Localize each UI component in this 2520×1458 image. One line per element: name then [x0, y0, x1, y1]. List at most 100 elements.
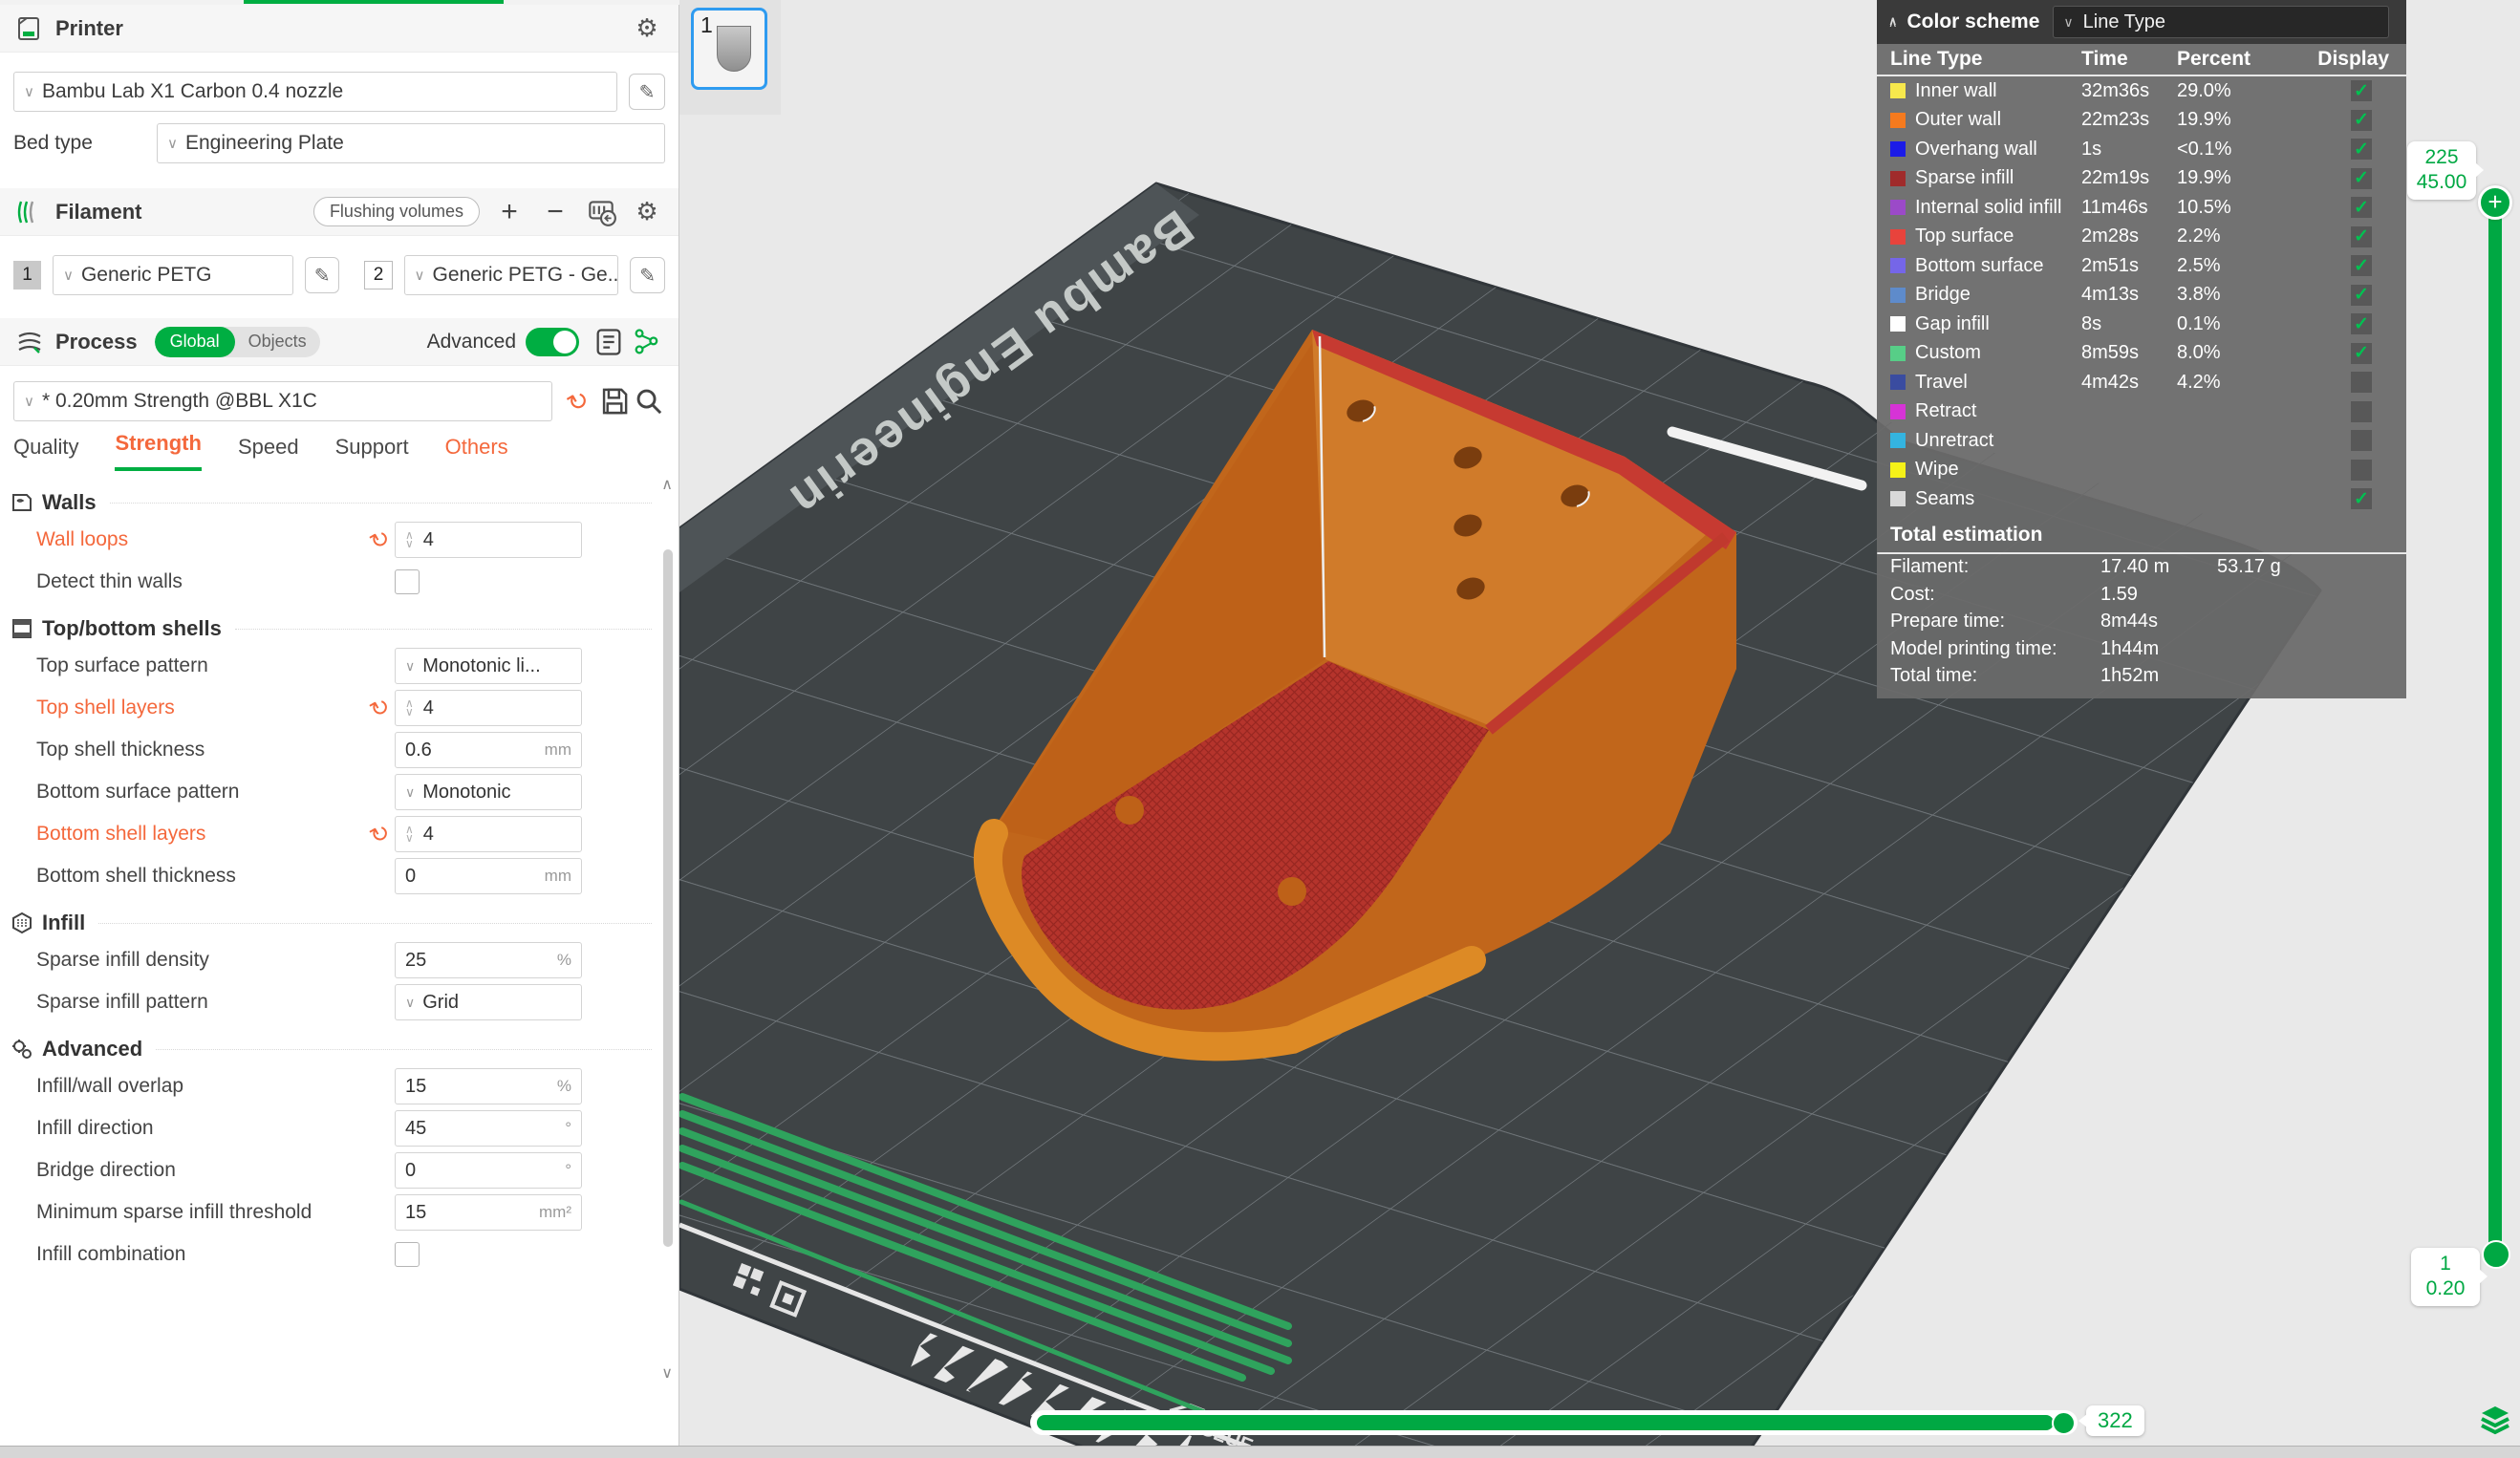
- viewport-3d[interactable]: Bambu Engineerin GLUE: [679, 0, 2520, 1458]
- filament-slot1-name: Generic PETG: [81, 264, 212, 287]
- tab-speed[interactable]: Speed: [238, 435, 299, 471]
- progress-slider-track[interactable]: [1030, 1410, 2078, 1435]
- spinner-arrows-icon[interactable]: ∧∨: [405, 531, 414, 548]
- layer-slider-bottom-handle[interactable]: [2482, 1240, 2510, 1269]
- remove-filament-button[interactable]: −: [539, 196, 571, 228]
- progress-slider-handle[interactable]: [2052, 1411, 2076, 1435]
- settings-scroll-area[interactable]: ∧ Walls Wall loops ↻ ∧∨ 4 Detect thin wa…: [0, 471, 678, 1388]
- ams-sync-icon[interactable]: [585, 196, 617, 228]
- bottom-shell-layers-value: 4: [423, 824, 434, 846]
- top-surface-pattern-select[interactable]: ∨ Monotonic li...: [395, 648, 582, 684]
- add-filament-button[interactable]: +: [493, 196, 526, 228]
- process-tree-icon[interactable]: [631, 326, 663, 358]
- top-surface-pattern-label: Top surface pattern: [36, 654, 366, 677]
- layer-slider-top-handle[interactable]: +: [2478, 185, 2512, 220]
- display-checkbox[interactable]: ✓: [2351, 168, 2372, 189]
- layer-top-height: 45.00: [2409, 170, 2474, 195]
- tab-strength[interactable]: Strength: [115, 431, 201, 471]
- filament-slot1-edit-button[interactable]: ✎: [305, 257, 340, 293]
- layer-slider-track[interactable]: [2488, 201, 2502, 1252]
- search-icon[interactable]: [633, 385, 665, 418]
- infill-direction-input[interactable]: 45 °: [395, 1110, 582, 1147]
- filament-slot2-index[interactable]: 2: [364, 261, 392, 289]
- top-shell-layers-input[interactable]: ∧∨ 4: [395, 690, 582, 726]
- min-sparse-threshold-input[interactable]: 15 mm²: [395, 1194, 582, 1231]
- printer-edit-button[interactable]: ✎: [629, 74, 665, 110]
- sparse-infill-density-unit: %: [557, 951, 571, 970]
- detect-thin-walls-checkbox[interactable]: [395, 569, 420, 594]
- flushing-volumes-button[interactable]: Flushing volumes: [313, 197, 480, 226]
- tab-quality[interactable]: Quality: [13, 435, 78, 471]
- sparse-infill-density-input[interactable]: 25 %: [395, 942, 582, 978]
- progress-slider-tooltip: 322: [2086, 1405, 2144, 1436]
- top-shell-thickness-unit: mm: [545, 740, 571, 760]
- bottom-shell-layers-input[interactable]: ∧∨ 4: [395, 816, 582, 852]
- display-checkbox[interactable]: ✓: [2351, 372, 2372, 393]
- layer-bottom-height: 0.20: [2413, 1276, 2478, 1301]
- top-shell-thickness-input[interactable]: 0.6 mm: [395, 732, 582, 768]
- process-preset-select[interactable]: ∨ * 0.20mm Strength @BBL X1C: [13, 381, 552, 421]
- tab-support[interactable]: Support: [335, 435, 409, 471]
- scope-global[interactable]: Global: [155, 327, 235, 357]
- top-shell-layers-value: 4: [423, 697, 434, 719]
- estimation-total-time-row: Total time: 1h52m: [1877, 663, 2406, 691]
- color-scheme-select[interactable]: ∨ Line Type: [2053, 6, 2389, 38]
- sparse-infill-pattern-select[interactable]: ∨ Grid: [395, 984, 582, 1020]
- swatch: [1890, 229, 1906, 245]
- printer-section-title: Printer: [55, 16, 123, 41]
- infill-combination-checkbox[interactable]: [395, 1242, 420, 1267]
- sparse-infill-density-label: Sparse infill density: [36, 948, 366, 972]
- bottom-surface-pattern-select[interactable]: ∨ Monotonic: [395, 774, 582, 810]
- settings-scrollbar[interactable]: [663, 549, 673, 1247]
- infill-wall-overlap-input[interactable]: 15 %: [395, 1068, 582, 1104]
- reset-preset-icon[interactable]: ↻: [556, 379, 600, 423]
- filament-slot2-edit-button[interactable]: ✎: [630, 257, 665, 293]
- infill-combination-label: Infill combination: [36, 1242, 366, 1266]
- layers-icon[interactable]: [2476, 1401, 2514, 1439]
- wall-loops-input[interactable]: ∧∨ 4: [395, 522, 582, 558]
- display-checkbox[interactable]: ✓: [2351, 401, 2372, 422]
- display-checkbox[interactable]: ✓: [2351, 343, 2372, 364]
- color-scheme-value: Line Type: [2083, 11, 2165, 33]
- spinner-arrows-icon[interactable]: ∧∨: [405, 699, 414, 717]
- plate-thumbnail[interactable]: 1: [691, 8, 767, 90]
- bottom-shell-thickness-input[interactable]: 0 mm: [395, 858, 582, 894]
- display-checkbox[interactable]: ✓: [2351, 460, 2372, 481]
- scope-objects[interactable]: Objects: [235, 332, 320, 352]
- scroll-down-icon[interactable]: ∨: [661, 1363, 673, 1383]
- scroll-up-icon[interactable]: ∧: [661, 475, 673, 494]
- bed-type-select[interactable]: ∨ Engineering Plate: [157, 123, 665, 163]
- advanced-toggle[interactable]: [526, 328, 579, 356]
- save-preset-icon[interactable]: [598, 385, 631, 418]
- prepare-time-value: 8m44s: [2100, 611, 2217, 633]
- cost-value: 1.59: [2100, 584, 2217, 606]
- display-checkbox[interactable]: ✓: [2351, 110, 2372, 131]
- collapse-panel-icon[interactable]: ∧∧: [1888, 17, 1898, 27]
- display-checkbox[interactable]: ✓: [2351, 255, 2372, 276]
- bottom-surface-pattern-label: Bottom surface pattern: [36, 780, 366, 804]
- filament-slot1-index[interactable]: 1: [13, 261, 41, 289]
- process-scope-toggle[interactable]: Global Objects: [155, 327, 320, 357]
- filament-settings-gear-icon[interactable]: ⚙: [631, 196, 663, 228]
- bridge-direction-input[interactable]: 0 °: [395, 1152, 582, 1189]
- printer-select[interactable]: ∨ Bambu Lab X1 Carbon 0.4 nozzle: [13, 72, 617, 112]
- printer-settings-gear-icon[interactable]: ⚙: [631, 12, 663, 45]
- display-checkbox[interactable]: ✓: [2351, 197, 2372, 218]
- tab-others[interactable]: Others: [445, 435, 508, 471]
- display-checkbox[interactable]: ✓: [2351, 80, 2372, 101]
- model-floor-hole: [1115, 796, 1144, 825]
- display-checkbox[interactable]: ✓: [2351, 430, 2372, 451]
- filament-slot1-select[interactable]: ∨ Generic PETG: [53, 255, 293, 295]
- chevron-down-icon: ∨: [405, 995, 415, 1011]
- filament-slot2-select[interactable]: ∨ Generic PETG - Ge...: [404, 255, 619, 295]
- spinner-arrows-icon[interactable]: ∧∨: [405, 825, 414, 843]
- display-checkbox[interactable]: ✓: [2351, 139, 2372, 160]
- swatch: [1890, 141, 1906, 157]
- display-checkbox[interactable]: ✓: [2351, 285, 2372, 306]
- display-checkbox[interactable]: ✓: [2351, 313, 2372, 334]
- display-checkbox[interactable]: ✓: [2351, 488, 2372, 509]
- parameter-list-icon[interactable]: [592, 326, 625, 358]
- process-tabs: Quality Strength Speed Support Others: [0, 421, 678, 471]
- display-checkbox[interactable]: ✓: [2351, 226, 2372, 247]
- line-type-row: Outer wall22m23s19.9%✓: [1877, 106, 2406, 136]
